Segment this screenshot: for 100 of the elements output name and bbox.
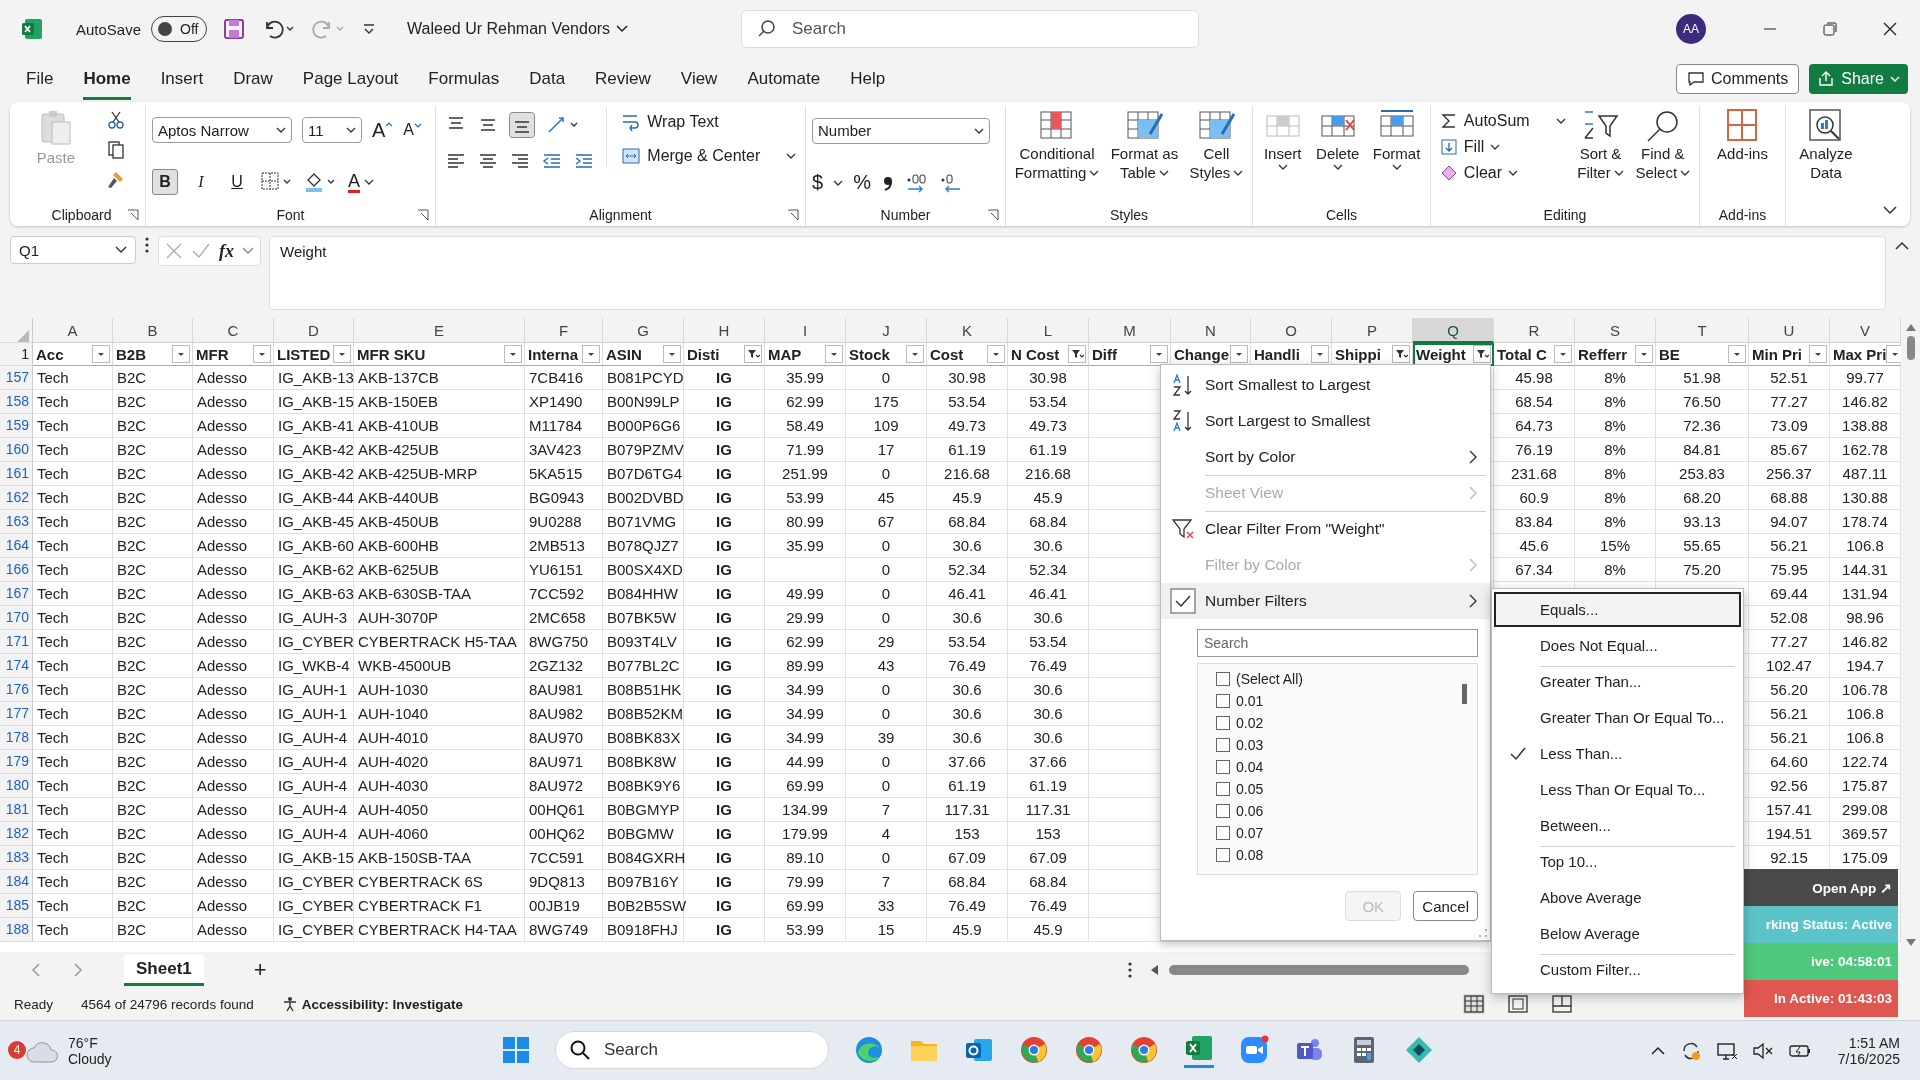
ribbon-tab[interactable]: Automate [747, 58, 821, 100]
checkbox-label[interactable]: 0.06 [1236, 803, 1264, 819]
excel-logo-icon[interactable] [20, 17, 44, 41]
dialog-launcher-icon[interactable] [787, 209, 799, 221]
checkbox[interactable] [1216, 716, 1230, 730]
row-number[interactable]: 188 [0, 918, 33, 942]
scrollbar-thumb[interactable] [1462, 684, 1467, 704]
row-number[interactable]: 1 [0, 343, 33, 366]
clock-date[interactable]: 7/16/2025 [1837, 1050, 1900, 1067]
column-letter[interactable]: J [846, 318, 927, 343]
diamond-icon[interactable] [1404, 1035, 1434, 1065]
row-number[interactable]: 177 [0, 702, 33, 726]
status-panel[interactable]: Open App ↗ [1744, 869, 1898, 906]
row-number[interactable]: 161 [0, 462, 33, 486]
ribbon-tab[interactable]: Data [529, 58, 566, 100]
column-letter[interactable]: A [33, 318, 113, 343]
row-number[interactable]: 178 [0, 726, 33, 750]
ribbon-tab[interactable]: Draw [233, 58, 273, 100]
user-avatar[interactable]: AA [1676, 14, 1706, 44]
font-style-button[interactable]: B [152, 169, 178, 195]
resize-grip-icon[interactable] [1478, 928, 1488, 938]
menu-item[interactable]: Sort Smallest to Largest [1161, 367, 1490, 403]
browser-icon[interactable] [1129, 1035, 1159, 1065]
ribbon-tab[interactable]: Insert [160, 58, 204, 100]
menu-item[interactable]: Less Than... [1494, 736, 1741, 771]
clock-time[interactable]: 1:51 AM [1848, 1034, 1900, 1051]
shrink-font-button[interactable]: A [403, 121, 422, 139]
checkbox-label[interactable]: 0.07 [1236, 825, 1264, 841]
menu-item[interactable]: Does Not Equal... [1494, 628, 1741, 663]
row-number[interactable]: 160 [0, 438, 33, 462]
row-number[interactable]: 159 [0, 414, 33, 438]
checkbox[interactable] [1216, 782, 1230, 796]
column-letter[interactable]: G [603, 318, 684, 343]
checkbox[interactable] [1216, 848, 1230, 862]
more-icon[interactable] [144, 236, 150, 254]
wrap-text-button[interactable]: Wrap Text [621, 112, 797, 132]
page-break-icon[interactable] [1551, 994, 1573, 1014]
column-letter[interactable]: Q [1413, 318, 1494, 343]
checkbox[interactable] [1216, 694, 1230, 708]
checkbox-label[interactable]: 0.05 [1236, 781, 1264, 797]
menu-item[interactable]: Greater Than Or Equal To... [1494, 700, 1741, 735]
cells-button[interactable]: Delete [1316, 108, 1360, 171]
clear-button[interactable]: Clear [1439, 164, 1519, 182]
ribbon-tab[interactable]: Review [595, 58, 651, 100]
column-letter[interactable]: E [354, 318, 525, 343]
column-letter[interactable]: K [927, 318, 1008, 343]
collapse-ribbon-icon[interactable] [1882, 204, 1898, 216]
taskbar-search-field[interactable]: Search [555, 1031, 829, 1069]
align-bottom-icon[interactable] [508, 112, 535, 138]
ribbon-tab[interactable]: Help [850, 58, 886, 100]
browser-icon[interactable] [1074, 1035, 1104, 1065]
share-button[interactable]: Share [1809, 64, 1908, 94]
ribbon-tab[interactable]: Home [83, 58, 131, 100]
column-letter[interactable]: R [1494, 318, 1575, 343]
scroll-down-icon[interactable] [1904, 938, 1917, 948]
copy-icon[interactable] [106, 140, 127, 160]
row-number[interactable]: 166 [0, 558, 33, 582]
styles-button[interactable]: Format as Table [1110, 108, 1179, 182]
editing-button[interactable]: Find & Select [1635, 108, 1691, 182]
column-letter[interactable]: S [1575, 318, 1656, 343]
row-number[interactable]: 182 [0, 822, 33, 846]
add-sheet-button[interactable]: + [253, 957, 267, 983]
scroll-up-icon[interactable] [1904, 322, 1917, 332]
checkbox-label[interactable]: 0.04 [1236, 759, 1264, 775]
checkbox[interactable] [1216, 738, 1230, 752]
accessibility-button[interactable]: Accessibility: Investigate [281, 996, 463, 1012]
checkbox-label[interactable]: 0.02 [1236, 715, 1264, 731]
row-number[interactable]: 183 [0, 846, 33, 870]
row-number[interactable]: 163 [0, 510, 33, 534]
filter-button[interactable] [1392, 345, 1410, 363]
chevron-up-icon[interactable] [1649, 1044, 1666, 1057]
close-icon[interactable] [1882, 21, 1898, 37]
fill-button[interactable]: Fill [1439, 138, 1501, 156]
menu-item[interactable]: Below Average [1494, 916, 1741, 951]
percent-button[interactable]: % [853, 171, 871, 195]
column-letter[interactable]: F [525, 318, 603, 343]
caret-icon[interactable] [833, 178, 844, 187]
browser-icon[interactable] [854, 1035, 884, 1065]
font-style-button[interactable]: U [224, 169, 250, 195]
menu-item[interactable]: Sort by Color [1161, 439, 1490, 475]
row-number[interactable]: 164 [0, 534, 33, 558]
scrollbar-thumb[interactable] [1906, 336, 1915, 360]
dialog-launcher-icon[interactable] [127, 209, 139, 221]
cancel-button[interactable]: Cancel [1413, 891, 1478, 921]
font-family-field[interactable]: Aptos Narrow [152, 117, 292, 143]
column-letter[interactable]: O [1251, 318, 1332, 343]
start-icon[interactable] [502, 1036, 530, 1064]
font-size-field[interactable]: 11 [302, 117, 362, 143]
font-style-button[interactable]: I [188, 169, 214, 195]
row-number[interactable]: 157 [0, 366, 33, 390]
name-box[interactable]: Q1 [10, 236, 136, 264]
formula-field[interactable]: Weight [269, 236, 1886, 310]
status-panel[interactable]: In Active: 01:43:03 [1744, 980, 1898, 1017]
row-number[interactable]: 167 [0, 582, 33, 606]
cut-icon[interactable] [106, 110, 127, 130]
browser-icon[interactable] [1019, 1035, 1049, 1065]
row-number[interactable]: 176 [0, 678, 33, 702]
cells-button[interactable]: Insert [1262, 108, 1303, 171]
row-number[interactable]: 162 [0, 486, 33, 510]
checkbox[interactable] [1216, 804, 1230, 818]
